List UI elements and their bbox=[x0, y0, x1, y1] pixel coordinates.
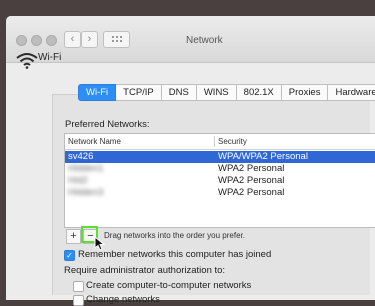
preferred-networks-label: Preferred Networks: bbox=[65, 119, 150, 130]
chevron-left-icon: ‹ bbox=[70, 33, 75, 45]
title-bar: ‹ › Network bbox=[6, 16, 375, 63]
network-name: Hidden3 bbox=[68, 187, 104, 198]
create-networks-checkbox[interactable] bbox=[73, 281, 84, 292]
network-security: WPA2 Personal bbox=[218, 175, 285, 186]
window-title: Network bbox=[186, 35, 223, 46]
table-row[interactable]: Hidden1 WPA2 Personal bbox=[65, 163, 375, 175]
minimize-window-button[interactable] bbox=[31, 35, 42, 46]
remember-networks-checkbox[interactable]: ✓ bbox=[64, 250, 75, 261]
network-name: Hid2 bbox=[68, 175, 88, 186]
forward-button[interactable]: › bbox=[81, 31, 98, 48]
tab-wins[interactable]: WINS bbox=[196, 84, 237, 101]
service-name: Wi-Fi bbox=[38, 52, 62, 63]
tab-proxies[interactable]: Proxies bbox=[281, 84, 329, 101]
table-row[interactable]: Hid2 WPA2 Personal bbox=[65, 175, 375, 187]
table-row[interactable]: sv426 WPA/WPA2 Personal bbox=[65, 151, 375, 163]
network-security: WPA2 Personal bbox=[218, 163, 285, 174]
tab-wifi[interactable]: Wi-Fi bbox=[78, 84, 117, 101]
tab-bar: Wi-Fi TCP/IP DNS WINS 802.1X Proxies Har… bbox=[78, 84, 375, 101]
tab-hardware[interactable]: Hardware bbox=[328, 84, 375, 101]
tab-tcpip[interactable]: TCP/IP bbox=[116, 84, 162, 101]
chevron-right-icon: › bbox=[87, 33, 92, 45]
change-networks-checkbox[interactable] bbox=[73, 295, 84, 306]
show-all-button[interactable] bbox=[103, 31, 130, 48]
tab-8021x[interactable]: 802.1X bbox=[236, 84, 282, 101]
drag-hint: Drag networks into the order you prefer. bbox=[104, 231, 245, 240]
close-window-button[interactable] bbox=[16, 35, 27, 46]
back-button[interactable]: ‹ bbox=[64, 31, 81, 48]
table-header: Network Name Security bbox=[65, 134, 375, 150]
add-network-button[interactable]: + bbox=[66, 229, 81, 244]
zoom-window-button[interactable] bbox=[46, 35, 57, 46]
network-security: WPA/WPA2 Personal bbox=[218, 151, 308, 162]
wifi-icon bbox=[16, 53, 38, 69]
column-network-name[interactable]: Network Name bbox=[68, 137, 121, 146]
network-name: Hidden1 bbox=[68, 163, 104, 174]
column-security[interactable]: Security bbox=[218, 137, 247, 146]
table-row[interactable]: Hidden3 WPA2 Personal bbox=[65, 187, 375, 199]
tab-dns[interactable]: DNS bbox=[161, 84, 197, 101]
create-networks-label: Create computer-to-computer networks bbox=[86, 280, 252, 291]
remember-networks-label: Remember networks this computer has join… bbox=[78, 249, 272, 260]
admin-authorization-label: Require administrator authorization to: bbox=[64, 265, 226, 276]
preferred-networks-table[interactable]: Network Name Security sv426 WPA/WPA2 Per… bbox=[64, 133, 375, 228]
grid-icon bbox=[112, 36, 114, 38]
column-divider bbox=[214, 136, 215, 147]
network-name: sv426 bbox=[68, 151, 94, 162]
network-security: WPA2 Personal bbox=[218, 187, 285, 198]
